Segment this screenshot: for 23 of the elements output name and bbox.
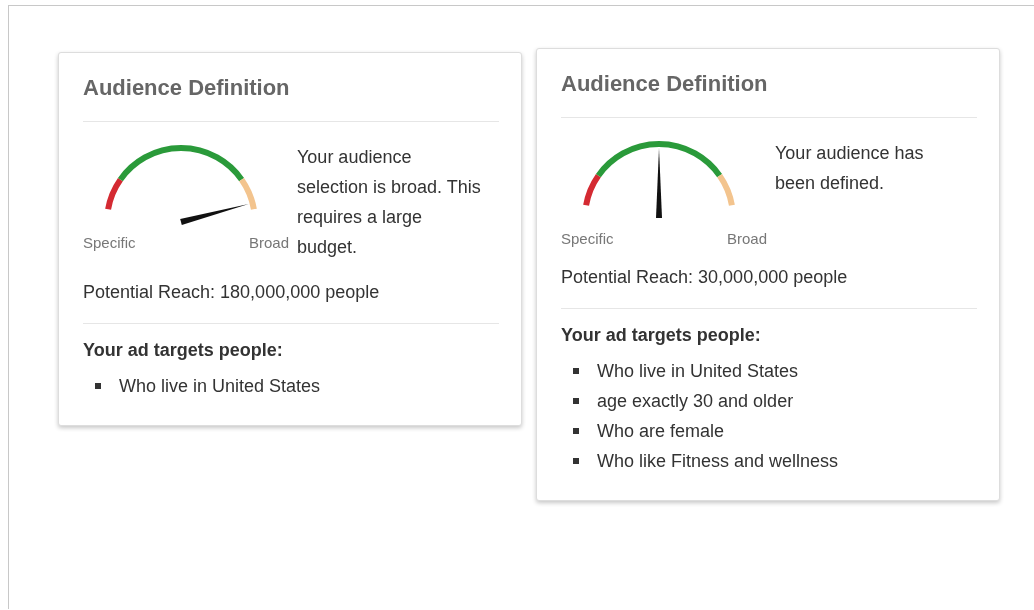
gauge-needle [180, 204, 249, 226]
targets-heading: Your ad targets people: [83, 340, 284, 362]
bullet-icon [95, 383, 101, 390]
target-item: Who are female [597, 420, 725, 444]
bullet-icon [573, 368, 579, 375]
bullet-icon [573, 398, 579, 405]
gauge-label: Specific [561, 230, 614, 248]
target-item: Who live in United States [597, 360, 799, 384]
gauge-label: Broad [248, 234, 289, 252]
bullet-icon [573, 458, 579, 465]
target-item: Who like Fitness and wellness [597, 450, 839, 474]
card-title: Audience Definition [83, 75, 291, 102]
target-item: age exactly 30 and older [597, 390, 794, 414]
target-item: Who live in United States [119, 375, 321, 399]
bullet-icon [573, 428, 579, 435]
gauge-label: Broad [726, 230, 767, 248]
audience-message: Your audience has been defined. [775, 142, 925, 196]
potential-reach: Potential Reach: 180,000,000 people [83, 282, 381, 304]
gauge-label: Specific [83, 234, 136, 252]
potential-reach: Potential Reach: 30,000,000 people [561, 267, 849, 289]
card-title: Audience Definition [561, 71, 769, 98]
targets-heading: Your ad targets people: [561, 325, 762, 347]
audience-message: Your audience selection is broad. This requires a large budget. [297, 146, 482, 260]
